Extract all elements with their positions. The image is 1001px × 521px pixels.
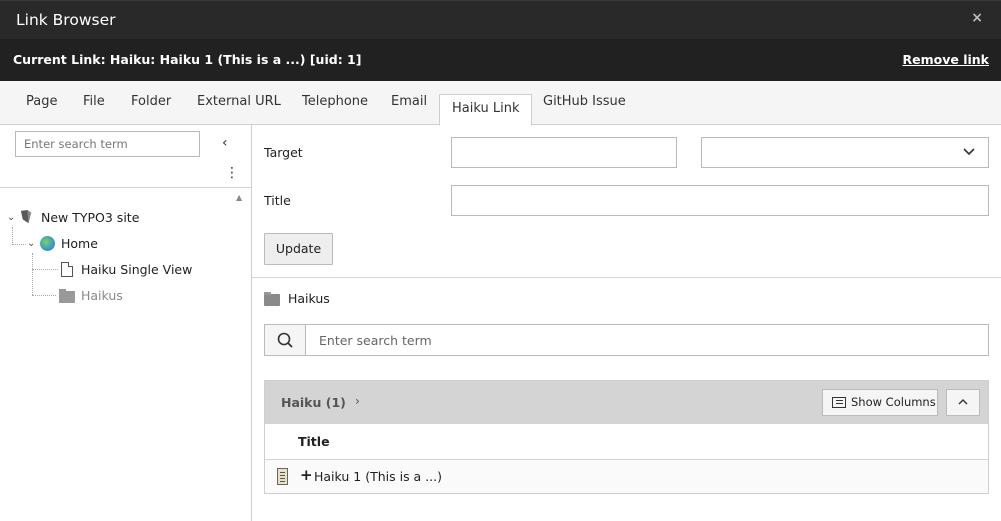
tree-item-label: Home [61, 236, 98, 251]
tab-external-url[interactable]: External URL [197, 94, 281, 109]
sidebar-divider [0, 187, 251, 188]
tree-search-input[interactable] [15, 131, 200, 157]
chevron-down-icon[interactable]: ⌄ [27, 238, 35, 249]
tree-item-label: New TYPO3 site [41, 210, 140, 225]
current-link-bar: Current Link: Haiku: Haiku 1 (This is a … [0, 39, 1001, 81]
columns-icon [832, 397, 846, 408]
scroll-up-icon[interactable]: ▲ [236, 193, 242, 202]
chevron-down-icon [963, 148, 975, 156]
record-list-header: Haiku (1) › Show Columns [265, 381, 988, 424]
globe-icon [40, 236, 55, 251]
title-label: Title [264, 193, 291, 208]
tree-item-haikus[interactable]: Haikus [0, 287, 250, 307]
record-icon [277, 468, 288, 485]
folder-icon [264, 292, 280, 306]
current-link-text: Current Link: Haiku: Haiku 1 (This is a … [13, 52, 362, 67]
title-input[interactable] [451, 185, 989, 216]
tab-folder[interactable]: Folder [131, 94, 171, 109]
tab-haiku-link[interactable]: Haiku Link [439, 94, 533, 126]
plus-icon[interactable]: + [300, 466, 313, 484]
page-icon [61, 262, 73, 277]
tree-item-new-typo3-site[interactable]: ⌄ New TYPO3 site [0, 209, 250, 229]
section-divider [252, 277, 1001, 278]
search-icon [277, 332, 293, 348]
close-icon[interactable]: × [971, 10, 983, 26]
link-type-tabs: Page File Folder External URL Telephone … [0, 81, 1001, 126]
table-row[interactable]: + Haiku 1 (This is a ...) [265, 460, 988, 493]
tab-telephone[interactable]: Telephone [302, 94, 368, 109]
chevron-down-icon[interactable]: ⌄ [7, 212, 15, 223]
link-form-area: Target Title Update Haikus Haiku (1) › S… [252, 125, 1001, 521]
chevron-right-icon[interactable]: › [355, 394, 360, 408]
target-select[interactable] [701, 137, 989, 168]
window-titlebar: Link Browser × [0, 0, 1001, 39]
show-columns-button[interactable]: Show Columns [822, 389, 938, 416]
column-header-title[interactable]: Title [298, 434, 330, 449]
record-search-input[interactable] [307, 325, 987, 355]
typo3-icon [20, 209, 32, 224]
collapse-sidebar-icon[interactable]: ‹ [222, 135, 228, 151]
tree-item-label: Haiku Single View [81, 262, 193, 277]
tab-file[interactable]: File [83, 94, 105, 109]
folder-icon [59, 289, 75, 303]
tree-item-label: Haikus [81, 288, 123, 303]
search-button[interactable] [265, 325, 306, 355]
record-list-panel: Haiku (1) › Show Columns Title + Haiku 1… [264, 380, 989, 494]
tab-github-issue[interactable]: GitHub Issue [543, 94, 626, 109]
tab-email[interactable]: Email [391, 94, 427, 109]
collapse-list-button[interactable] [946, 389, 980, 416]
window-title: Link Browser [16, 11, 116, 29]
target-label: Target [264, 145, 303, 160]
folder-title: Haikus [288, 291, 330, 306]
page-tree-sidebar: ‹ ⋮ ▲ ⌄ New TYPO3 site ⌄ Home Haiku Sing… [0, 125, 252, 521]
show-columns-label: Show Columns [851, 395, 936, 409]
tree-item-haiku-single-view[interactable]: Haiku Single View [0, 261, 250, 281]
record-search [264, 324, 989, 356]
remove-link-button[interactable]: Remove link [903, 52, 989, 67]
chevron-up-icon [958, 399, 968, 405]
target-input[interactable] [451, 137, 677, 168]
column-header-row: Title [265, 424, 988, 460]
tree-menu-icon[interactable]: ⋮ [225, 165, 239, 181]
tab-page[interactable]: Page [26, 94, 57, 109]
record-list-title[interactable]: Haiku (1) [281, 395, 346, 410]
tree-item-home[interactable]: ⌄ Home [0, 235, 250, 255]
update-button[interactable]: Update [264, 233, 333, 265]
record-title[interactable]: Haiku 1 (This is a ...) [314, 469, 442, 484]
